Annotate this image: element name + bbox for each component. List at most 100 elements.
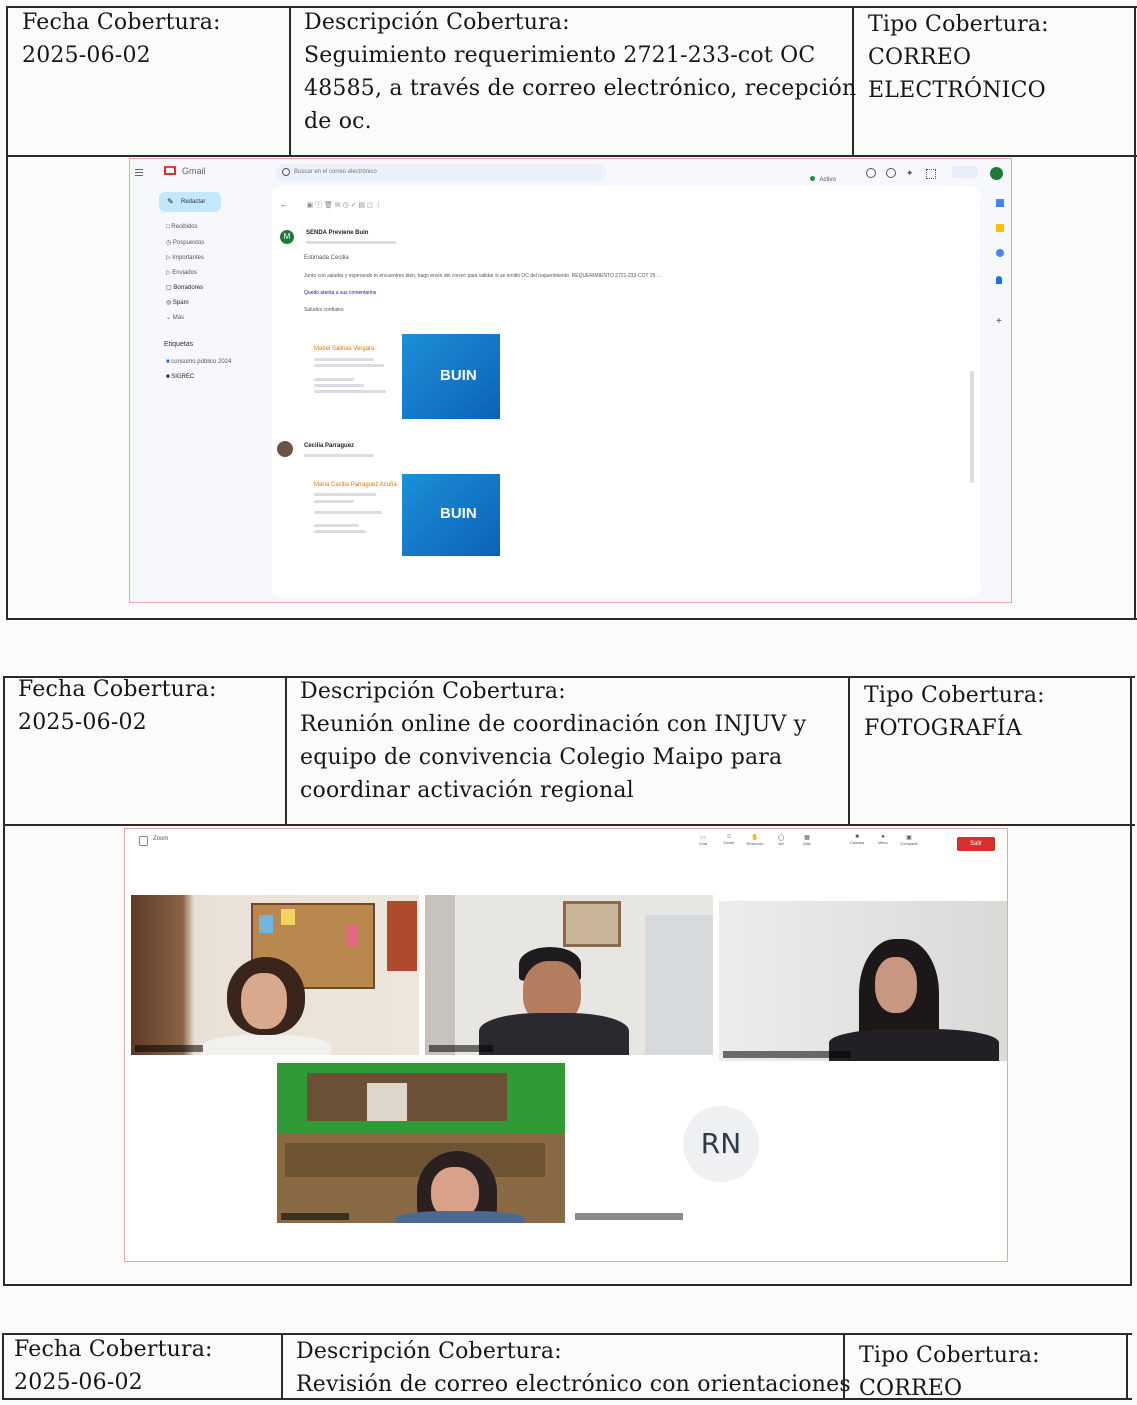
nav-item-borradores[interactable]: ▢ Borradores <box>166 284 204 299</box>
rule <box>285 676 287 826</box>
message-sender: SENDA Previene Buin <box>306 230 369 236</box>
search-bar[interactable]: Buscar en el correo electrónico <box>276 164 606 182</box>
rule <box>3 1284 1132 1286</box>
leave-button[interactable]: Salir <box>957 837 995 851</box>
help-icon[interactable] <box>866 168 876 178</box>
rule <box>6 155 1137 157</box>
settings-icon[interactable] <box>886 168 896 178</box>
mail-pane: ← ▣ ⓘ 🗑 ✉ ◷ ✓ ▤ ◻ ⋮ M SENDA Previene Bui… <box>272 186 980 598</box>
status-label: Activo <box>819 177 836 183</box>
descripcion-line: de oc. <box>304 109 372 134</box>
toolbar-ver[interactable]: ◯ Ver <box>771 834 791 847</box>
toolbar-micro[interactable]: ● Micro <box>873 834 893 846</box>
contacts-icon[interactable] <box>996 276 1002 284</box>
compose-label: Redactar <box>181 199 206 205</box>
toolbar-camara[interactable]: ■ Cámara <box>847 834 867 846</box>
gemini-icon[interactable]: ✦ <box>906 168 914 179</box>
descripcion-header: Descripción Cobertura: <box>300 679 566 704</box>
keep-icon[interactable] <box>996 224 1004 232</box>
video-tile[interactable] <box>425 895 713 1055</box>
fecha-header: Fecha Cobertura: <box>14 1337 213 1362</box>
window-label: Zoom <box>153 836 169 842</box>
tipo-cell: Tipo Cobertura: CORREO ELECTRÓNICO <box>868 8 1049 107</box>
nav-item-spam[interactable]: ◎ Spam <box>166 299 204 314</box>
gmail-app-name: Gmail <box>182 166 206 176</box>
rule <box>3 676 5 1286</box>
leave-label: Salir <box>969 841 982 847</box>
rule <box>1126 1333 1128 1399</box>
message-closing: Saludos cordiales <box>304 307 344 313</box>
compose-button[interactable]: ✎ Redactar <box>159 192 221 212</box>
descripcion-cell: Descripción Cobertura: Seguimiento reque… <box>304 6 856 138</box>
back-arrow-icon[interactable]: ← <box>280 200 288 209</box>
avatar-initials: RN <box>700 1127 742 1160</box>
message-sender: Cecilia Parraguez <box>304 443 355 449</box>
apps-icon[interactable] <box>926 169 936 179</box>
label-item[interactable]: ■ consumo público 2024 <box>166 359 231 365</box>
fecha-value: 2025-06-02 <box>14 1370 143 1395</box>
search-placeholder: Buscar en el correo electrónico <box>294 169 377 175</box>
search-icon <box>282 168 290 176</box>
signature-name: María Cecilia Parraguez Acuña <box>314 482 397 488</box>
tipo-line: ELECTRÓNICO <box>868 78 1046 103</box>
tipo-header: Tipo Cobertura: <box>859 1343 1040 1368</box>
nav-item-pospuestos[interactable]: ◷ Pospuestos <box>166 239 204 254</box>
status-dot-icon <box>810 176 815 181</box>
toolbar-gente[interactable]: ☺ Gente <box>719 834 739 846</box>
descripcion-cell: Descripción Cobertura: Reunión online de… <box>300 675 806 807</box>
video-tile[interactable] <box>277 1063 565 1223</box>
tasks-icon[interactable] <box>996 249 1004 257</box>
video-tile[interactable] <box>719 901 1007 1061</box>
app-rail <box>130 159 148 602</box>
nav-item-importantes[interactable]: ▷ Importantes <box>166 254 204 269</box>
nav-item-enviados[interactable]: ▷ Enviados <box>166 269 204 284</box>
gmail-screenshot: Gmail Buscar en el correo electrónico Ac… <box>129 158 1012 603</box>
rule <box>281 1333 283 1399</box>
toolbar-mas[interactable]: ▦ Más <box>797 834 817 847</box>
gmail-logo-icon <box>164 166 176 175</box>
fecha-cell: Fecha Cobertura: 2025-06-02 <box>22 6 221 72</box>
video-tile[interactable] <box>131 895 419 1055</box>
message-link[interactable]: Quedo atenta a sus comentarios <box>304 290 376 296</box>
org-logo-icon <box>952 166 978 178</box>
shield-icon <box>139 836 148 846</box>
toolbar-reaccion[interactable]: ✋ Reacción <box>745 834 765 847</box>
toolbar-chat[interactable]: ▭ Chat <box>693 834 713 847</box>
video-tile-avatar[interactable]: RN <box>571 1063 859 1223</box>
nav-item-recibidos[interactable]: □ Recibidos <box>166 224 204 239</box>
fecha-cell: Fecha Cobertura: 2025-06-02 <box>18 673 217 739</box>
scrollbar[interactable] <box>970 371 974 483</box>
descripcion-header: Descripción Cobertura: <box>304 10 570 35</box>
descripcion-line: Revisión de correo electrónico con orien… <box>296 1372 851 1397</box>
add-icon[interactable]: + <box>996 316 1002 327</box>
buin-logo: BUIN <box>402 334 500 419</box>
tipo-header: Tipo Cobertura: <box>868 12 1049 37</box>
rule <box>6 6 8 620</box>
rule <box>2 1333 4 1399</box>
fecha-value: 2025-06-02 <box>22 43 151 68</box>
tipo-line: CORREO <box>868 45 972 70</box>
message-greeting: Estimada Cecilia <box>304 255 349 261</box>
tipo-header: Tipo Cobertura: <box>864 683 1045 708</box>
toolbar-compartir[interactable]: ▣ Compartir <box>899 834 919 847</box>
nav-list: □ Recibidos ◷ Pospuestos ▷ Importantes ▷… <box>166 224 204 329</box>
label-item[interactable]: ■ SIGREC <box>166 374 194 380</box>
account-avatar[interactable] <box>990 167 1003 180</box>
signature-name: Mabel Salinas Vergara <box>314 346 375 352</box>
descripcion-line: coordinar activación regional <box>300 778 634 803</box>
rule <box>848 676 850 826</box>
fecha-header: Fecha Cobertura: <box>22 10 221 35</box>
descripcion-header: Descripción Cobertura: <box>296 1339 562 1364</box>
status-chip[interactable]: Activo <box>810 168 836 186</box>
participant-name-label <box>575 1213 683 1220</box>
menu-icon[interactable] <box>135 169 143 170</box>
sender-avatar <box>277 441 293 457</box>
nav-item-mas[interactable]: ⌄ Más <box>166 314 204 329</box>
tipo-line: FOTOGRAFÍA <box>864 716 1022 741</box>
participant-name-label <box>135 1045 203 1052</box>
meeting-screenshot: Zoom ▭ Chat ☺ Gente ✋ Reacción ◯ Ver ▦ Más ■ C… <box>124 828 1008 1262</box>
calendar-icon[interactable] <box>996 199 1004 207</box>
descripcion-line: Reunión online de coordinación con INJUV… <box>300 712 807 737</box>
buin-logo: BUIN <box>402 474 500 556</box>
sender-avatar: M <box>280 230 294 244</box>
